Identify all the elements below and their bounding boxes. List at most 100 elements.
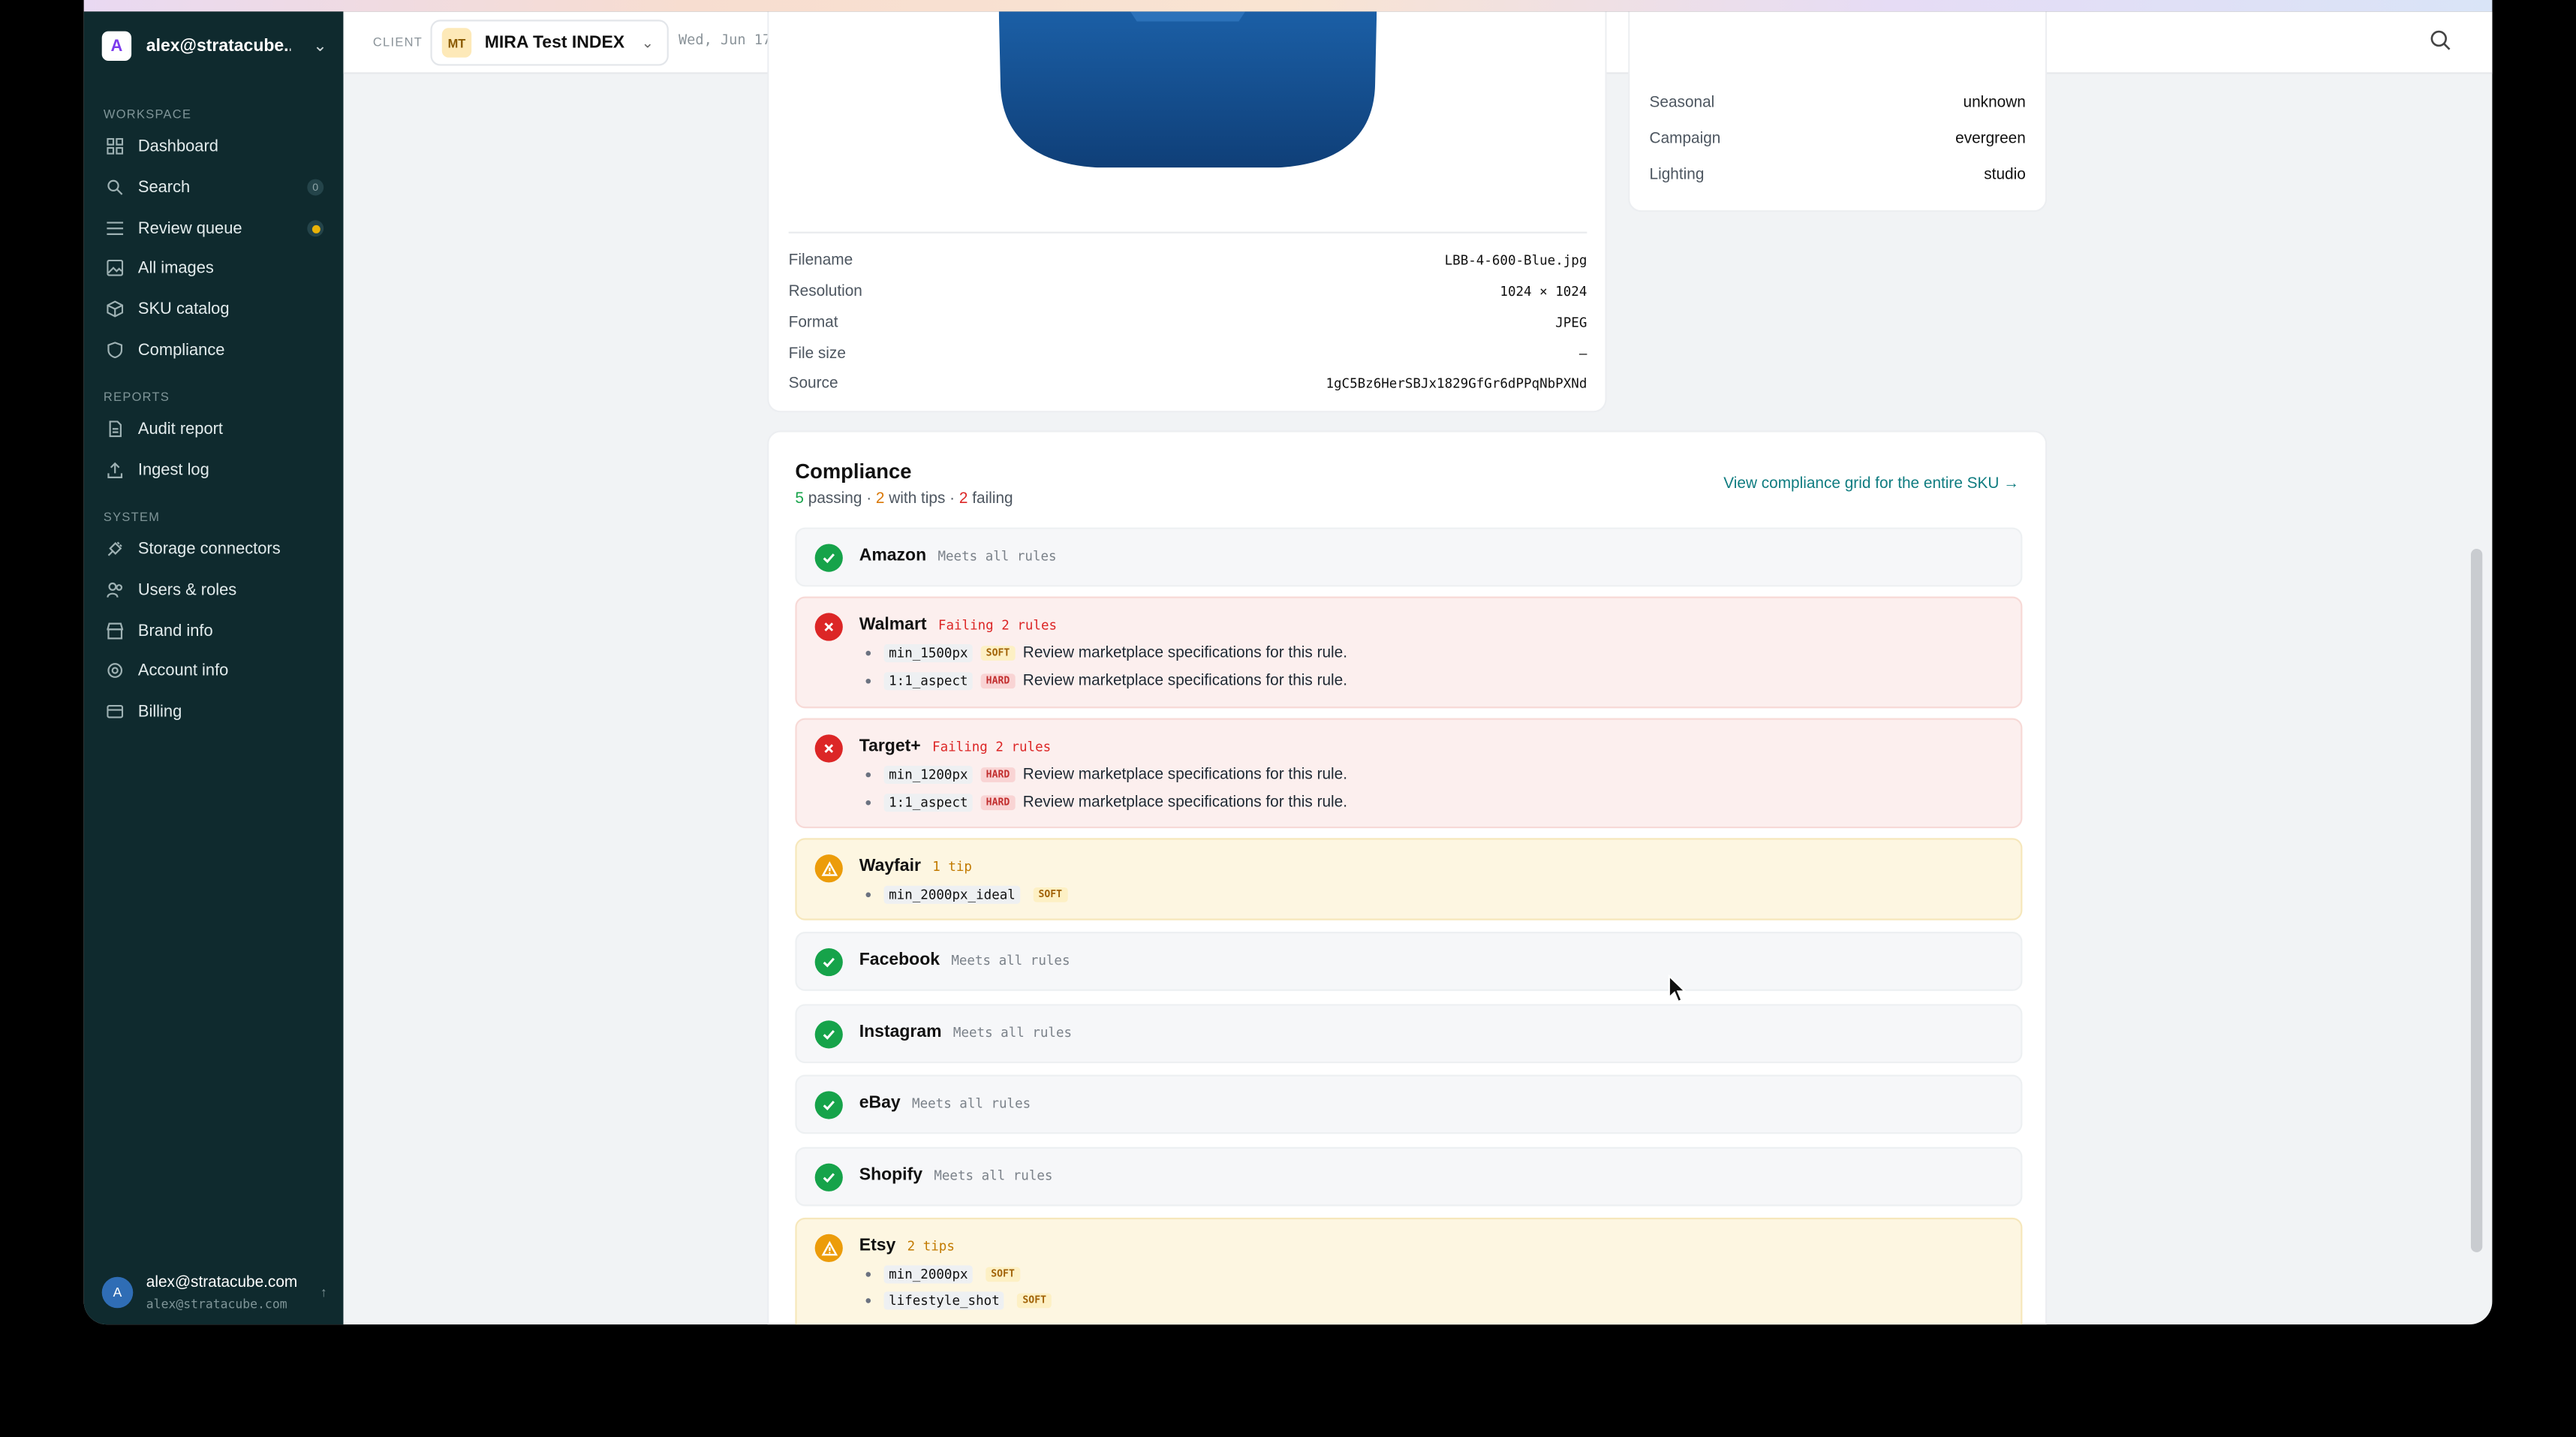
image-details-card: Filename LBB-4-600-Blue.jpg Resolution 1… <box>767 11 1607 413</box>
rule-item: 1:1_aspect HARD Review marketplace specifi… <box>865 794 1347 812</box>
marketplace-row-shopify[interactable]: Shopify Meets all rules <box>795 1146 2023 1207</box>
marketplace-row-target-plus[interactable]: Target+ Failing 2 rules min_1200px HARD Rev… <box>795 718 2023 829</box>
marketplace-name: Facebook <box>859 950 940 970</box>
sidebar-item-dashboard[interactable]: Dashboard <box>97 130 330 163</box>
marketplace-name: Target+ <box>859 736 921 756</box>
mouse-cursor-icon <box>1668 974 1687 1003</box>
marketplace-name: eBay <box>859 1092 901 1113</box>
sidebar-item-label: Review queue <box>137 219 242 238</box>
app-window: A alex@stratacube... ⌄ WORKSPACE Dashboa… <box>83 11 2493 1325</box>
marketplace-status: 2 tips <box>907 1238 955 1253</box>
client-label: CLIENT <box>372 34 423 50</box>
sidebar-item-storage-connectors[interactable]: Storage connectors <box>97 532 330 565</box>
user-name: alex@stratacube.com <box>146 1273 298 1291</box>
sidebar-item-label: Billing <box>137 702 182 721</box>
file-icon <box>105 419 125 438</box>
rule-item: min_2000px SOFT <box>865 1265 1020 1284</box>
rule-item: lifestyle_shot SOFT <box>865 1291 1052 1310</box>
search-icon[interactable] <box>2430 29 2453 53</box>
marketplace-status: Failing 2 rules <box>937 616 1058 632</box>
gear-icon <box>105 661 125 680</box>
check-icon <box>814 544 843 572</box>
marketplace-row-wayfair[interactable]: Wayfair 1 tip min_2000px_ideal SOFT <box>795 838 2023 920</box>
sidebar-item-all-images[interactable]: All images <box>97 252 330 285</box>
sidebar-item-users-roles[interactable]: Users & roles <box>97 574 330 607</box>
marketplace-row-instagram[interactable]: Instagram Meets all rules <box>795 1004 2023 1064</box>
list-icon <box>105 218 125 238</box>
meta-row-filename: Filename LBB-4-600-Blue.jpg <box>788 250 1587 269</box>
sidebar-item-label: Brand info <box>137 622 213 640</box>
marketplace-name: Instagram <box>859 1022 942 1042</box>
plug-icon <box>105 539 125 559</box>
workspace-switcher[interactable]: A alex@stratacube... ⌄ <box>101 28 327 64</box>
sidebar-item-billing[interactable]: Billing <box>97 695 330 728</box>
review-pending-dot <box>307 220 324 237</box>
marketplace-name: Etsy <box>859 1235 896 1256</box>
sidebar-item-compliance[interactable]: Compliance <box>97 333 330 366</box>
compliance-grid-link[interactable]: View compliance grid for the entire SKU … <box>1723 475 2019 493</box>
scrollbar-thumb[interactable] <box>2470 549 2483 1252</box>
compliance-summary: 5 passing · 2 with tips · 2 failing <box>795 490 1013 508</box>
marketplace-row-etsy[interactable]: Etsy 2 tips min_2000px SOFT lifestyle_shot… <box>795 1217 2023 1325</box>
meta-row-resolution: Resolution 1024 × 1024 <box>788 282 1587 300</box>
store-icon <box>105 621 125 640</box>
sidebar-item-label: Search <box>137 178 191 197</box>
marketplace-row-ebay[interactable]: eBay Meets all rules <box>795 1074 2023 1134</box>
marketplace-status: Meets all rules <box>952 1024 1073 1040</box>
marketplace-row-facebook[interactable]: Facebook Meets all rules <box>795 932 2023 991</box>
sidebar-item-search[interactable]: Search 0 <box>97 171 330 204</box>
box-icon <box>105 299 125 318</box>
shield-icon <box>105 340 125 360</box>
sidebar-item-label: Account info <box>137 661 229 680</box>
rule-item: 1:1_aspect HARD Review marketplace specifi… <box>865 672 1347 691</box>
marketplace-status: Meets all rules <box>937 547 1057 563</box>
marketplace-name: Wayfair <box>859 856 921 876</box>
marketplace-row-amazon[interactable]: Amazon Meets all rules <box>795 527 2023 587</box>
sidebar-item-audit-report[interactable]: Audit report <box>97 412 330 445</box>
user-email: alex@stratacube.com <box>146 1295 287 1311</box>
marketplace-name: Amazon <box>859 545 927 565</box>
meta-row-source: Source 1gC5Bz6HerSBJx1829GfGr6dPPqNbPXNd <box>788 373 1587 393</box>
sidebar-item-review-queue[interactable]: Review queue <box>97 212 330 245</box>
product-image <box>998 11 1377 168</box>
users-icon <box>105 580 125 600</box>
marketplace-name: Shopify <box>859 1164 923 1185</box>
marketplace-status: Meets all rules <box>934 1167 1053 1182</box>
marketplace-status: Failing 2 rules <box>932 738 1052 754</box>
x-circle-icon <box>814 734 843 763</box>
meta-row-file-size: File size — <box>788 344 1587 363</box>
rule-item: min_1500px SOFT Review marketplace specifi… <box>865 644 1347 663</box>
check-icon <box>814 1163 843 1191</box>
avatar: A <box>101 1276 134 1308</box>
sidebar-item-ingest-log[interactable]: Ingest log <box>97 453 330 487</box>
compliance-title: Compliance <box>795 459 912 484</box>
client-selector[interactable]: MT MIRA Test INDEX ⌄ <box>430 20 669 66</box>
meta-row-format: Format JPEG <box>788 312 1587 332</box>
search-count-badge: 0 <box>307 179 324 196</box>
warning-icon <box>814 1234 843 1262</box>
sidebar-item-sku-catalog[interactable]: SKU catalog <box>97 293 330 326</box>
user-menu[interactable]: A alex@stratacube.com alex@stratacube.co… <box>101 1269 327 1315</box>
sidebar-item-label: Ingest log <box>137 460 209 480</box>
attributes-card: Seasonal unknown Campaign evergreen Ligh… <box>1628 11 2048 212</box>
warning-icon <box>814 854 843 883</box>
marketplace-name: Walmart <box>859 614 927 634</box>
workspace-name: alex@stratacube... <box>146 36 291 56</box>
upload-icon <box>105 460 125 480</box>
client-name: MIRA Test INDEX <box>484 32 625 53</box>
marketplace-row-walmart[interactable]: Walmart Failing 2 rules min_1500px SOFT Rev… <box>795 596 2023 709</box>
sidebar-item-label: SKU catalog <box>137 300 230 318</box>
workspace-avatar: A <box>101 31 132 61</box>
sidebar-item-label: Compliance <box>137 341 225 360</box>
sidebar-item-brand-info[interactable]: Brand info <box>97 615 330 648</box>
rule-item: min_1200px HARD Review marketplace specifi… <box>865 765 1347 785</box>
attr-row-lighting: Lighting studio <box>1649 164 2026 184</box>
x-circle-icon <box>814 613 843 641</box>
chevron-down-icon: ⌄ <box>641 33 655 50</box>
card-icon <box>105 702 125 722</box>
rule-item: min_2000px_ideal SOFT <box>865 885 1067 904</box>
image-icon <box>105 258 125 278</box>
sidebar-item-account-info[interactable]: Account info <box>97 654 330 687</box>
sidebar-item-label: Dashboard <box>137 137 218 155</box>
sidebar-item-label: Users & roles <box>137 580 237 599</box>
